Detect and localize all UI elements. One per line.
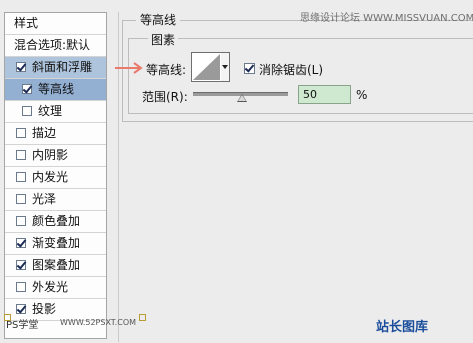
range-unit: % [356, 88, 368, 102]
range-label: 范围(R): [142, 90, 188, 104]
contour-preview[interactable] [191, 52, 222, 82]
style-item-checkbox[interactable] [16, 150, 26, 160]
style-item-checkbox[interactable] [16, 128, 26, 138]
anti-alias-label: 消除锯齿(L) [259, 63, 324, 77]
style-item-checkbox[interactable] [22, 84, 32, 94]
style-item-checkbox[interactable] [16, 282, 26, 292]
contour-dropdown-button[interactable] [221, 52, 230, 82]
style-item[interactable]: 内发光 [5, 167, 106, 189]
style-item-checkbox[interactable] [16, 172, 26, 182]
style-item-label: 斜面和浮雕 [32, 60, 93, 74]
corner-marker [4, 314, 11, 321]
style-item-label: 光泽 [32, 192, 57, 206]
range-input[interactable]: 50 [298, 85, 351, 104]
style-item-checkbox[interactable] [16, 216, 26, 226]
anti-alias-checkbox[interactable] [244, 63, 255, 74]
style-item[interactable]: 等高线 [5, 79, 106, 101]
style-item-label: 渐变叠加 [32, 236, 81, 250]
contour-group-title: 等高线 [136, 11, 181, 28]
bottom-left-url: WWW.52PSXT.COM [60, 318, 137, 327]
style-item[interactable]: 颜色叠加 [5, 211, 106, 233]
style-list: 样式 混合选项:默认 斜面和浮雕等高线纹理描边内阴影内发光光泽颜色叠加渐变叠加图… [4, 12, 107, 339]
corner-marker [139, 314, 146, 321]
arrow-right-icon [115, 62, 143, 74]
style-item[interactable]: 斜面和浮雕 [5, 57, 106, 79]
style-item[interactable]: 图案叠加 [5, 255, 106, 277]
style-item-label: 内阴影 [32, 148, 69, 162]
style-item[interactable]: 纹理 [5, 101, 106, 123]
style-item[interactable]: 光泽 [5, 189, 106, 211]
style-item[interactable]: 外发光 [5, 277, 106, 299]
style-item[interactable]: 渐变叠加 [5, 233, 106, 255]
style-item-label: 颜色叠加 [32, 214, 81, 228]
style-item-label: 纹理 [38, 104, 63, 118]
style-item-checkbox[interactable] [16, 238, 26, 248]
style-item-label: 等高线 [38, 82, 75, 96]
style-item[interactable]: 描边 [5, 123, 106, 145]
style-item-checkbox[interactable] [22, 106, 32, 116]
style-item-label: 图案叠加 [32, 258, 81, 272]
contour-curve-icon [193, 54, 220, 80]
style-item-checkbox[interactable] [16, 62, 26, 72]
style-item-label: 内发光 [32, 170, 69, 184]
range-slider-thumb[interactable] [237, 94, 247, 102]
style-item-checkbox[interactable] [16, 194, 26, 204]
style-item[interactable]: 内阴影 [5, 145, 106, 167]
style-list-title: 样式 [5, 13, 106, 35]
style-item-label: 描边 [32, 126, 57, 140]
style-item-checkbox[interactable] [16, 260, 26, 270]
bottom-right-logo: 站长图库 [376, 320, 429, 335]
style-item-label: 外发光 [32, 280, 69, 294]
style-item-checkbox[interactable] [16, 304, 26, 314]
elements-group-title: 图素 [148, 31, 179, 48]
contour-label: 等高线: [146, 63, 187, 77]
blend-options-item[interactable]: 混合选项:默认 [5, 35, 106, 57]
watermark-text: 思缘设计论坛 WWW.MISSVUAN.COM [300, 13, 473, 24]
